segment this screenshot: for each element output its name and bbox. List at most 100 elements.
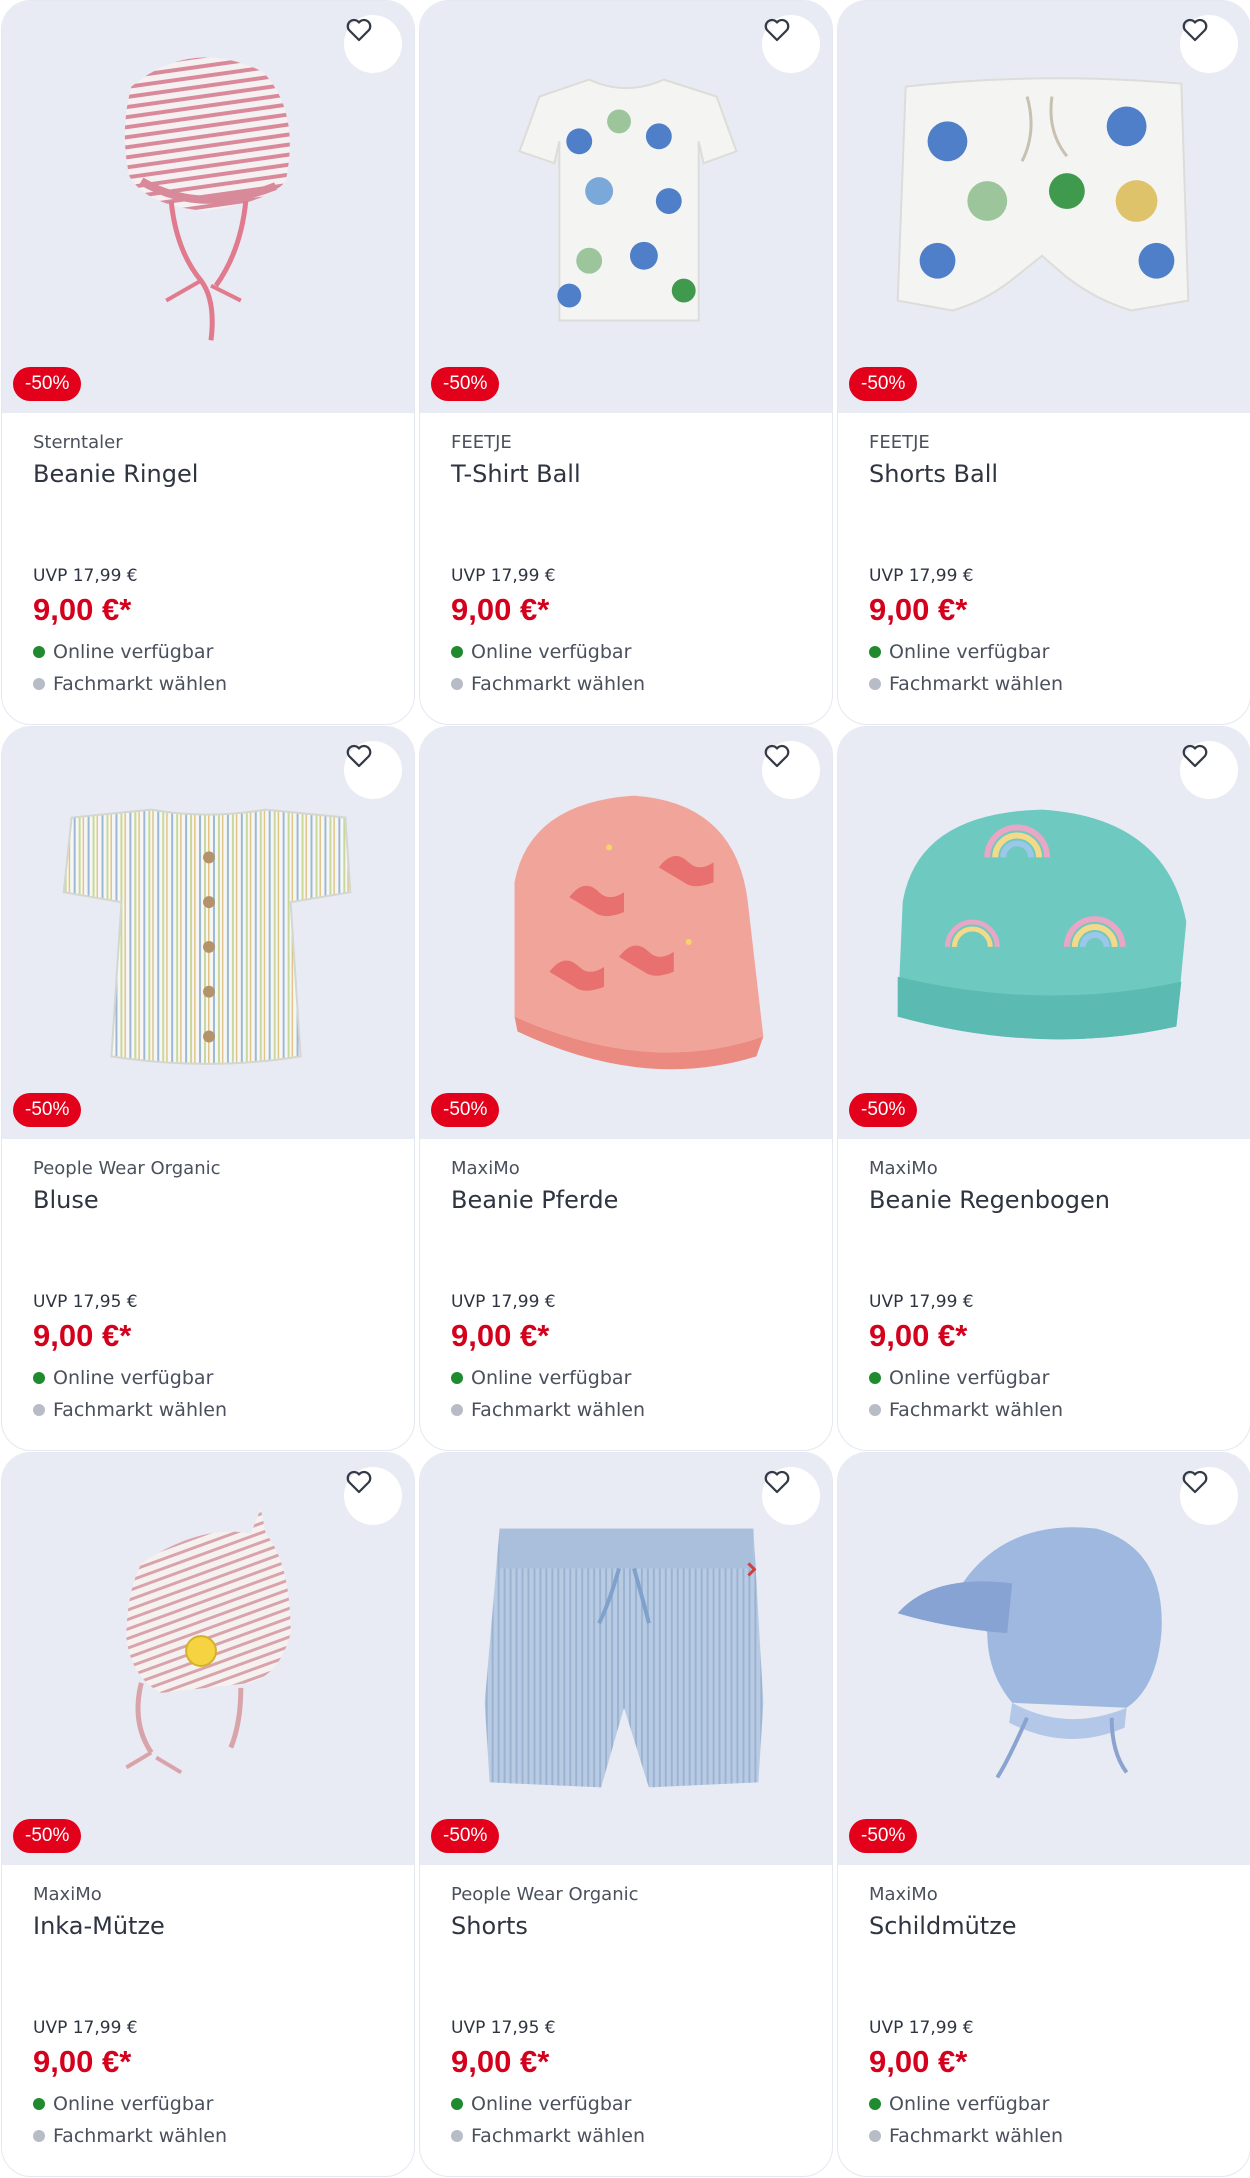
availability-text: Online verfügbar	[889, 641, 1050, 663]
favorite-button[interactable]	[1180, 15, 1238, 73]
choose-store-link[interactable]: Fachmarkt wählen	[451, 1399, 645, 1421]
uvp-price: UVP 17,95 €	[33, 1292, 138, 1312]
heart-outline-icon	[346, 744, 372, 768]
favorite-button[interactable]	[762, 15, 820, 73]
product-info: People Wear Organic Bluse	[33, 1157, 394, 1217]
product-card[interactable]: -50% MaxiMo Beanie Regenbogen UVP 17,99 …	[837, 726, 1250, 1451]
product-brand: MaxiMo	[869, 1884, 938, 1905]
product-title[interactable]: Beanie Regenbogen	[869, 1183, 1230, 1217]
product-image[interactable]: -50%	[2, 1453, 414, 1865]
product-image[interactable]: -50%	[838, 1, 1250, 413]
green-dot-icon	[451, 646, 463, 658]
product-title[interactable]: Beanie Pferde	[451, 1183, 812, 1217]
product-card[interactable]: -50% People Wear Organic Bluse UVP 17,95…	[1, 726, 415, 1451]
discount-badge: -50%	[13, 1819, 82, 1853]
product-brand: FEETJE	[869, 432, 930, 453]
store-text: Fachmarkt wählen	[471, 673, 646, 695]
product-title[interactable]: Shorts	[451, 1909, 812, 1943]
heart-outline-icon	[1182, 744, 1208, 768]
product-info: Sterntaler Beanie Ringel	[33, 431, 394, 491]
product-image[interactable]: -50%	[2, 1, 414, 413]
sale-price: 9,00 €*	[451, 1318, 550, 1353]
product-brand: MaxiMo	[869, 1158, 938, 1179]
product-image[interactable]: -50%	[838, 1453, 1250, 1865]
heart-outline-icon	[1182, 1470, 1208, 1494]
choose-store-link[interactable]: Fachmarkt wählen	[451, 2125, 645, 2147]
discount-badge: -50%	[431, 1819, 500, 1853]
uvp-price: UVP 17,99 €	[33, 566, 138, 586]
favorite-button[interactable]	[344, 15, 402, 73]
product-card[interactable]: -50% MaxiMo Inka-Mütze UVP 17,99 € 9,00 …	[1, 1452, 415, 2177]
green-dot-icon	[33, 646, 45, 658]
product-title[interactable]: T-Shirt Ball	[451, 457, 812, 491]
choose-store-link[interactable]: Fachmarkt wählen	[869, 2125, 1063, 2147]
product-info: MaxiMo Schildmütze	[869, 1883, 1230, 1943]
product-title[interactable]: Schildmütze	[869, 1909, 1230, 1943]
grey-dot-icon	[33, 2130, 45, 2142]
availability-text: Online verfügbar	[471, 1367, 632, 1389]
availability-text: Online verfügbar	[471, 641, 632, 663]
grey-dot-icon	[33, 1404, 45, 1416]
product-brand: MaxiMo	[451, 1158, 520, 1179]
product-card[interactable]: -50% FEETJE T-Shirt Ball UVP 17,99 € 9,0…	[419, 0, 833, 725]
sale-price: 9,00 €*	[33, 592, 132, 627]
green-dot-icon	[33, 2098, 45, 2110]
online-availability: Online verfügbar	[33, 641, 213, 663]
online-availability: Online verfügbar	[33, 2093, 213, 2115]
choose-store-link[interactable]: Fachmarkt wählen	[33, 1399, 227, 1421]
product-image[interactable]: -50%	[420, 1453, 832, 1865]
product-card[interactable]: -50% MaxiMo Beanie Pferde UVP 17,99 € 9,…	[419, 726, 833, 1451]
product-title[interactable]: Bluse	[33, 1183, 394, 1217]
favorite-button[interactable]	[1180, 1467, 1238, 1525]
product-title[interactable]: Inka-Mütze	[33, 1909, 394, 1943]
product-card[interactable]: -50% Sterntaler Beanie Ringel UVP 17,99 …	[1, 0, 415, 725]
product-info: FEETJE T-Shirt Ball	[451, 431, 812, 491]
favorite-button[interactable]	[762, 741, 820, 799]
product-brand: People Wear Organic	[451, 1884, 639, 1905]
product-card[interactable]: -50% MaxiMo Schildmütze UVP 17,99 € 9,00…	[837, 1452, 1250, 2177]
choose-store-link[interactable]: Fachmarkt wählen	[869, 673, 1063, 695]
product-grid: -50% Sterntaler Beanie Ringel UVP 17,99 …	[0, 0, 1250, 2178]
online-availability: Online verfügbar	[451, 2093, 631, 2115]
product-image[interactable]: -50%	[838, 727, 1250, 1139]
grey-dot-icon	[869, 2130, 881, 2142]
green-dot-icon	[451, 1372, 463, 1384]
discount-badge: -50%	[13, 367, 82, 401]
product-info: MaxiMo Beanie Regenbogen	[869, 1157, 1230, 1217]
choose-store-link[interactable]: Fachmarkt wählen	[33, 2125, 227, 2147]
product-image[interactable]: -50%	[420, 727, 832, 1139]
choose-store-link[interactable]: Fachmarkt wählen	[33, 673, 227, 695]
online-availability: Online verfügbar	[869, 641, 1049, 663]
store-text: Fachmarkt wählen	[471, 1399, 646, 1421]
product-card[interactable]: -50% People Wear Organic Shorts UVP 17,9…	[419, 1452, 833, 2177]
favorite-button[interactable]	[344, 741, 402, 799]
favorite-button[interactable]	[1180, 741, 1238, 799]
uvp-price: UVP 17,99 €	[451, 1292, 556, 1312]
online-availability: Online verfügbar	[33, 1367, 213, 1389]
favorite-button[interactable]	[762, 1467, 820, 1525]
sale-price: 9,00 €*	[33, 2044, 132, 2079]
heart-outline-icon	[346, 1470, 372, 1494]
choose-store-link[interactable]: Fachmarkt wählen	[451, 673, 645, 695]
discount-badge: -50%	[849, 367, 918, 401]
product-image[interactable]: -50%	[2, 727, 414, 1139]
discount-badge: -50%	[13, 1093, 82, 1127]
store-text: Fachmarkt wählen	[53, 2125, 228, 2147]
online-availability: Online verfügbar	[451, 641, 631, 663]
product-brand: Sterntaler	[33, 432, 123, 453]
green-dot-icon	[869, 2098, 881, 2110]
product-card[interactable]: -50% FEETJE Shorts Ball UVP 17,99 € 9,00…	[837, 0, 1250, 725]
heart-outline-icon	[346, 18, 372, 42]
availability-text: Online verfügbar	[53, 1367, 214, 1389]
product-image[interactable]: -50%	[420, 1, 832, 413]
discount-badge: -50%	[849, 1093, 918, 1127]
store-text: Fachmarkt wählen	[53, 1399, 228, 1421]
favorite-button[interactable]	[344, 1467, 402, 1525]
sale-price: 9,00 €*	[33, 1318, 132, 1353]
grey-dot-icon	[451, 2130, 463, 2142]
choose-store-link[interactable]: Fachmarkt wählen	[869, 1399, 1063, 1421]
sale-price: 9,00 €*	[869, 1318, 968, 1353]
product-title[interactable]: Shorts Ball	[869, 457, 1230, 491]
product-title[interactable]: Beanie Ringel	[33, 457, 394, 491]
product-info: MaxiMo Inka-Mütze	[33, 1883, 394, 1943]
